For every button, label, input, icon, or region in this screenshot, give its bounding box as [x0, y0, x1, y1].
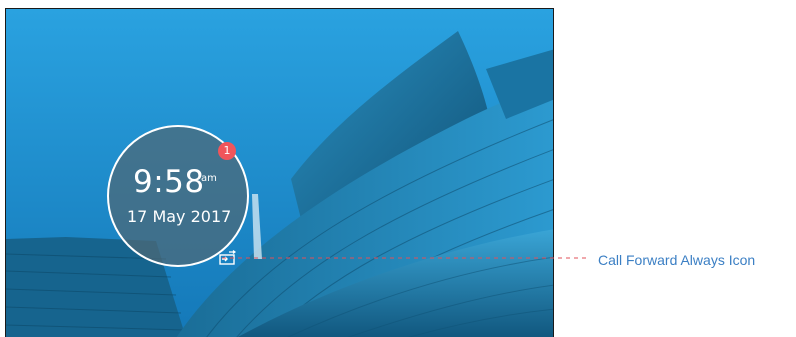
clock-time: 9:58 — [133, 164, 205, 200]
callout-label: Call Forward Always Icon — [598, 252, 756, 268]
call-forward-always-icon — [219, 250, 236, 265]
wallpaper-image — [6, 9, 553, 337]
clock-date: 17 May 2017 — [127, 207, 232, 226]
clock-ampm: am — [201, 173, 217, 184]
page: 9:58 am 17 May 2017 1 Call Forward Alway… — [0, 0, 796, 337]
phone-screen — [5, 8, 554, 337]
notification-badge[interactable]: 1 — [218, 142, 236, 160]
